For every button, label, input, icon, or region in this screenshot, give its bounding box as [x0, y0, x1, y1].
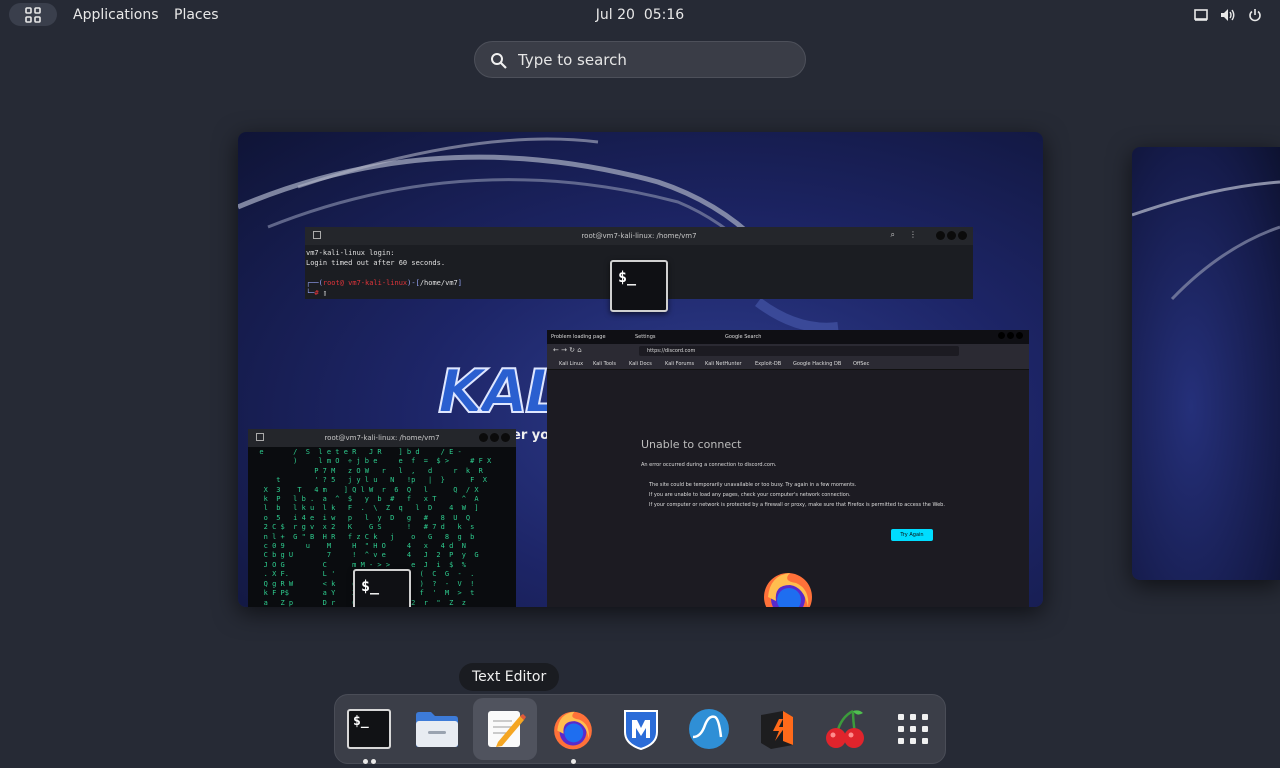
window-controls: [998, 332, 1023, 339]
volume-icon[interactable]: [1219, 6, 1237, 24]
workspace-preview[interactable]: KALI er yo root@vm7-kali-linux: /home/vm…: [238, 132, 1043, 607]
terminal-app-badge: $_: [610, 260, 668, 312]
cherry-icon: [826, 709, 864, 748]
search-icon: [491, 53, 507, 69]
terminal-titlebar: root@vm7-kali-linux: /home/vm7 ⌕ ⋮: [305, 227, 973, 245]
firefox-bookmarks-bar: Kali Linux Kali Tools Kali Docs Kali For…: [547, 358, 1029, 370]
firefox-tab: Google Search: [725, 334, 762, 340]
firefox-tabbar: Problem loading page Settings Google Sea…: [547, 330, 1029, 344]
dock-item-text-editor[interactable]: [473, 698, 537, 760]
running-indicator: [337, 759, 401, 764]
error-title: Unable to connect: [641, 438, 742, 451]
dock-item-burpsuite[interactable]: [745, 698, 809, 760]
dock-item-metasploit[interactable]: [609, 698, 673, 760]
dock-item-firefox[interactable]: [541, 698, 605, 764]
dock-item-files[interactable]: [405, 698, 469, 760]
terminal-title: root@vm7-kali-linux: /home/vm7: [581, 232, 697, 240]
firefox-icon: [554, 711, 592, 750]
search-icon: ⌕: [890, 230, 895, 239]
dock: $_: [334, 694, 946, 764]
window-controls: [479, 433, 510, 442]
firefox-navbar: ← → ↻ ⌂ https://discord.com: [547, 344, 1029, 358]
power-icon[interactable]: [1246, 6, 1264, 24]
error-bullet: If your computer or network is protected…: [649, 502, 945, 508]
dock-item-terminal[interactable]: $_: [337, 698, 401, 764]
error-bullet: The site could be temporarily unavailabl…: [649, 482, 857, 488]
firefox-tab: Problem loading page: [551, 334, 606, 340]
kali-dragon-wallpaper: [1132, 180, 1280, 301]
folder-icon: [416, 712, 458, 747]
terminal-titlebar: root@vm7-kali-linux: /home/vm7: [248, 429, 516, 447]
terminal-app-badge: $_: [353, 569, 411, 607]
error-description: An error occurred during a connection to…: [641, 462, 777, 468]
try-again-button[interactable]: Try Again: [891, 529, 933, 541]
text-editor-icon: [488, 711, 526, 747]
screen-icon[interactable]: [1192, 6, 1210, 24]
metasploit-icon: [624, 710, 658, 750]
firefox-urlbar: https://discord.com: [639, 346, 959, 356]
firefox-tab: Settings: [635, 334, 656, 340]
top-bar: Applications Places Jul 20 05:16: [0, 0, 1280, 30]
terminal-title: root@vm7-kali-linux: /home/vm7: [324, 434, 440, 442]
search-bar[interactable]: [474, 41, 806, 78]
terminal-icon: $_: [347, 709, 391, 749]
menu-icon: ⋮: [909, 230, 917, 239]
search-input[interactable]: [518, 50, 788, 70]
firefox-icon: [764, 573, 812, 607]
dock-item-wireshark[interactable]: [677, 698, 741, 760]
firefox-window-preview[interactable]: Problem loading page Settings Google Sea…: [547, 330, 1029, 607]
window-controls: [936, 231, 967, 240]
next-workspace-preview[interactable]: [1132, 147, 1280, 580]
dock-tooltip: Text Editor: [459, 663, 560, 691]
app-grid-icon: [898, 714, 928, 744]
burpsuite-icon: [761, 711, 793, 749]
dock-item-cherrytree[interactable]: [813, 698, 877, 760]
running-indicator: [541, 759, 605, 764]
wireshark-icon: [689, 709, 729, 749]
clock[interactable]: Jul 20 05:16: [0, 7, 1280, 23]
dock-item-show-apps[interactable]: [881, 698, 945, 760]
wallpaper-tagline: er yo: [512, 428, 550, 443]
error-bullet: If you are unable to load any pages, che…: [649, 492, 851, 498]
